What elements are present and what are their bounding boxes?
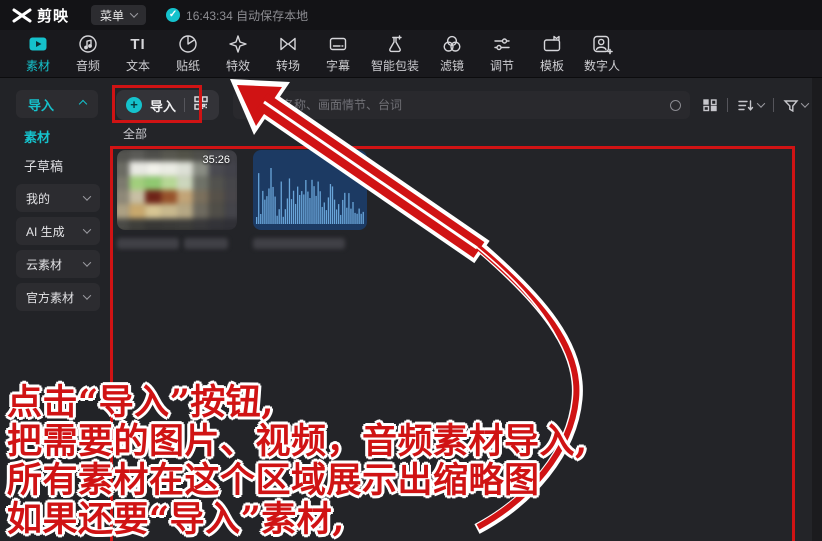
video-filename-blurred [117,238,237,249]
autosave-text: 16:43:34 自动保存本地 [186,8,309,23]
top-bar: 剪映 菜单 ✓ 16:43:34 自动保存本地 [0,0,822,30]
chevron-down-icon [756,99,766,108]
tab-templates[interactable]: 模板 [527,33,577,74]
chevron-down-icon [82,258,92,267]
tab-audio[interactable]: 音频 [63,33,113,74]
video-duration: 35:26 [202,154,230,166]
menu-button[interactable]: 菜单 [91,5,147,25]
sidebar-group-ai-generated[interactable]: AI 生成 [16,217,100,245]
feature-tab-bar: 素材 音频 TI 文本 贴纸 特效 转场 字幕 智能包装 滤镜 调节 模板 数字… [0,30,822,78]
sidebar-import-label: 导入 [28,97,55,113]
sidebar-group-cloud-material[interactable]: 云素材 [16,250,100,278]
chevron-down-icon [82,192,92,201]
chevron-down-icon [82,291,92,300]
subtitle-icon [327,33,349,55]
tab-adjust[interactable]: 调节 [477,33,527,74]
tab-captions[interactable]: 字幕 [313,33,363,74]
magic-flask-icon [384,33,406,55]
audio-media-item[interactable]: 00: [253,150,367,249]
sidebar-import-section[interactable]: 导入 [16,90,98,118]
tab-smart-packaging[interactable]: 智能包装 [363,33,427,74]
plus-icon: + [126,97,142,113]
sidebar-item-material[interactable]: 素材 [24,127,50,146]
sort-button[interactable] [737,99,766,112]
star-burst-icon [227,33,249,55]
divider [773,98,774,112]
sidebar-group-official-material[interactable]: 官方素材 [16,283,100,311]
autosave-status: ✓ 16:43:34 自动保存本地 [166,7,308,24]
tab-media[interactable]: 素材 [13,33,63,74]
filter-button[interactable] [783,99,810,112]
menu-button-label: 菜单 [100,8,125,23]
tab-transitions[interactable]: 转场 [263,33,313,74]
audio-filename-blurred [253,238,367,249]
scrollbar-gutter[interactable] [812,78,822,541]
divider [184,98,186,112]
import-button[interactable]: + 导入 [116,90,220,120]
material-scan-icon[interactable] [193,95,209,116]
music-note-icon [77,33,99,55]
chevron-down-icon [129,9,139,18]
media-grid: 35:26 00: [117,150,367,249]
text-icon: TI [130,35,146,53]
video-media-item[interactable]: 35:26 [117,150,237,249]
bowtie-transition-icon [277,33,299,55]
video-thumbnail[interactable]: 35:26 [117,150,237,230]
tab-digital-human[interactable]: 数字人 [577,33,627,74]
triple-circle-icon [441,33,463,55]
chevron-down-icon [82,225,92,234]
chevron-down-icon [800,99,810,108]
tab-effects[interactable]: 特效 [213,33,263,74]
search-bar[interactable] [233,91,690,119]
template-board-icon [541,33,563,55]
tab-sticker[interactable]: 贴纸 [163,33,213,74]
media-toolbar: + 导入 [116,90,810,120]
sliders-icon [491,33,513,55]
audio-thumbnail[interactable]: 00: [253,150,367,230]
audio-waveform [256,168,364,224]
media-play-icon [27,33,49,55]
sticker-pie-icon [177,33,199,55]
tab-filters[interactable]: 滤镜 [427,33,477,74]
app-title: 剪映 [37,7,70,25]
media-panel: + 导入 搜索名称、画面情节、台词 全部 35:26 00: [110,78,822,541]
divider [727,98,728,112]
search-scope-icon[interactable] [670,99,681,111]
audio-duration: 00: [344,154,360,166]
media-sidebar: 导入 素材 子草稿 我的 AI 生成 云素材 官方素材 [0,78,110,541]
capcut-logo-icon [12,8,32,23]
tab-text[interactable]: TI 文本 [113,33,163,74]
cloud-check-icon: ✓ [166,8,181,22]
search-icon [242,100,253,110]
chevron-up-icon [78,99,88,109]
capcut-window: 剪映 菜单 ✓ 16:43:34 自动保存本地 素材 音频 TI 文本 贴纸 特… [0,0,822,541]
filter-all-label[interactable]: 全部 [123,125,147,142]
sidebar-item-subdrafts[interactable]: 子草稿 [24,156,63,175]
view-controls [702,98,810,112]
digital-person-icon [591,33,613,55]
grid-view-button[interactable] [702,98,718,112]
sidebar-group-mine[interactable]: 我的 [16,184,100,212]
app-logo: 剪映 [12,5,69,26]
search-input[interactable] [258,98,664,112]
